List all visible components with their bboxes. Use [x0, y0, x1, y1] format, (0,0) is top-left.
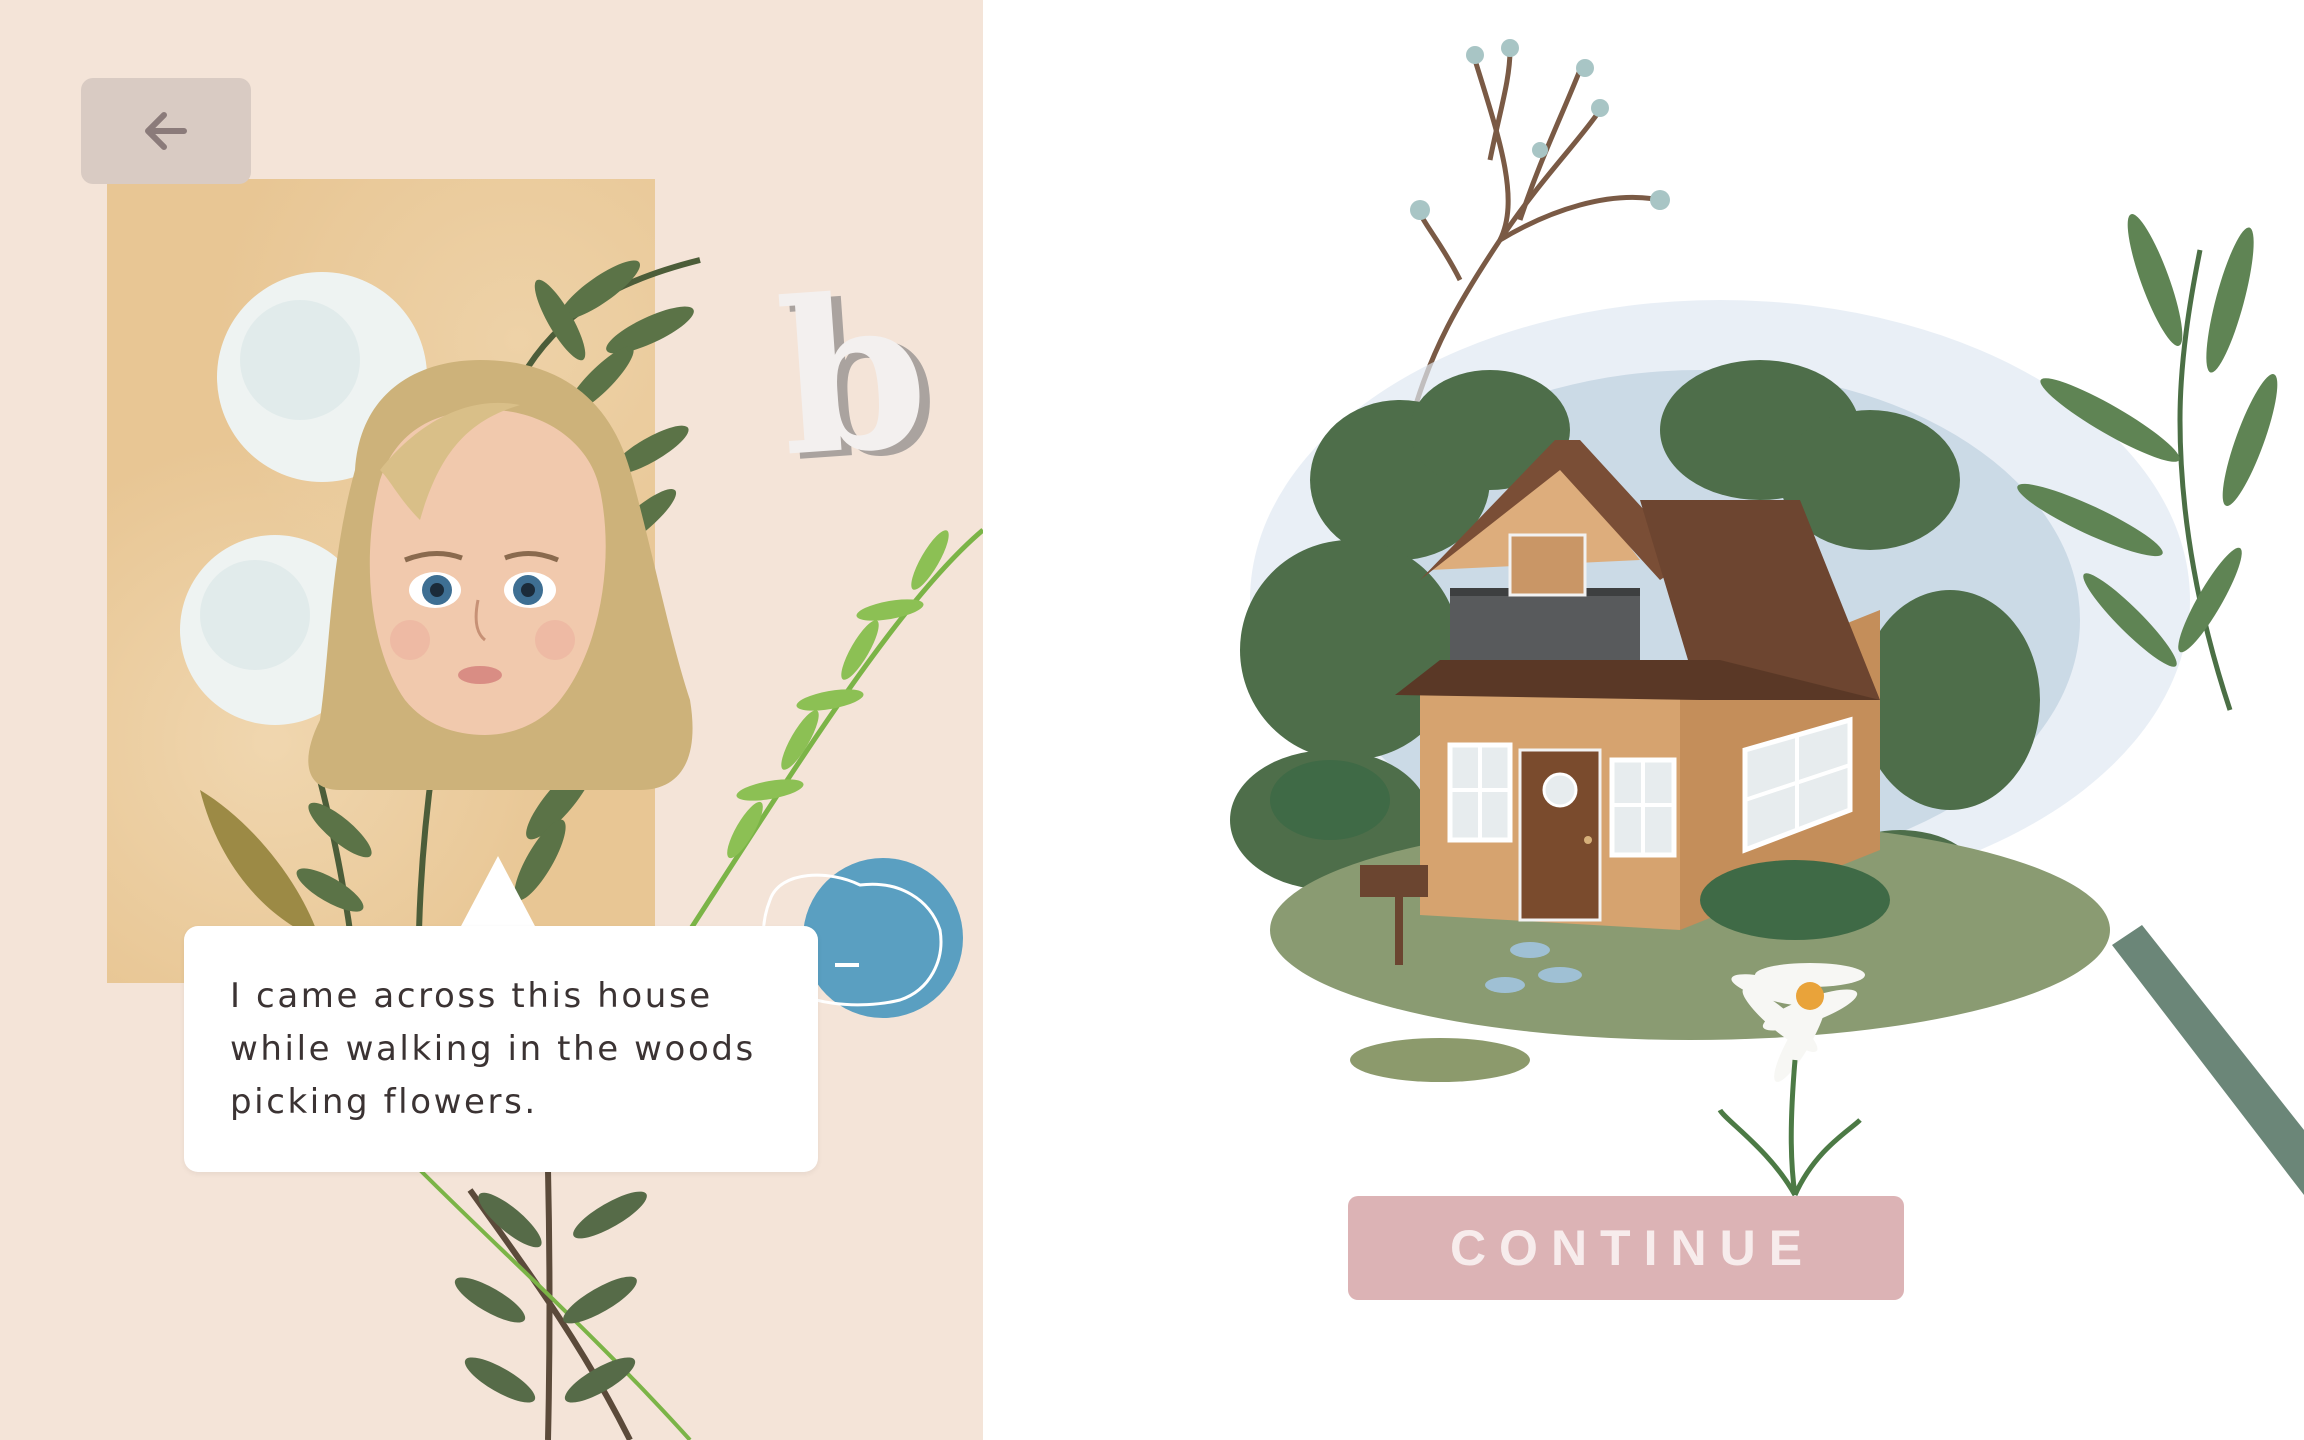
white-flower-blob-shade [240, 300, 360, 420]
branch-buds [1410, 39, 1670, 220]
game-screen: b I came across this house while walking… [0, 0, 2304, 1440]
arrow-left-icon [145, 112, 187, 150]
olive-leaf [200, 790, 320, 940]
left-cheek [390, 620, 430, 660]
dialogue-box: I came across this house while walking i… [184, 926, 818, 1172]
lips [458, 666, 502, 684]
story-panel: b I came across this house while walking… [0, 0, 983, 1440]
decorative-letter-b: b [771, 247, 935, 504]
back-button[interactable] [81, 78, 251, 184]
foliage-illustration [180, 257, 983, 1440]
blue-splotch-mark [835, 963, 859, 967]
right-pupil [521, 583, 535, 597]
dialogue-text: I came across this house while walking i… [230, 976, 756, 1122]
lower-green-stem [418, 1168, 692, 1440]
left-pupil [430, 583, 444, 597]
continue-button[interactable]: CONTINUE [1348, 1196, 1904, 1300]
decorative-bar [2112, 925, 2304, 1195]
puddle-green [1350, 1038, 1530, 1082]
bright-leaves [727, 530, 949, 859]
blue-splotch [803, 858, 963, 1018]
right-cheek [535, 620, 575, 660]
girl-portrait [308, 360, 693, 790]
speech-bubble-tail [460, 856, 536, 928]
bright-branch [687, 528, 983, 932]
white-flower-blob-shade [200, 560, 310, 670]
